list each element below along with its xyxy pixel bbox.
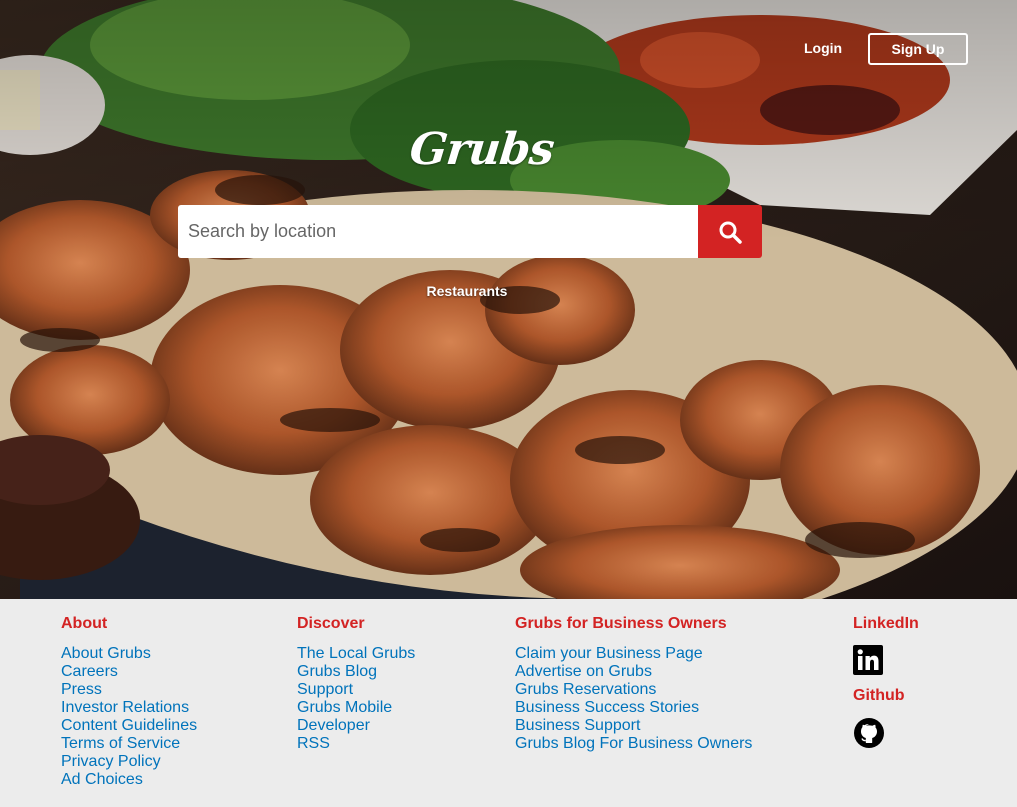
- footer-link-careers[interactable]: Careers: [61, 663, 197, 681]
- footer-link-about-grubs[interactable]: About Grubs: [61, 645, 197, 663]
- footer-heading-discover: Discover: [297, 615, 365, 632]
- github-icon[interactable]: [853, 717, 885, 749]
- footer-link-local-grubs[interactable]: The Local Grubs: [297, 645, 415, 663]
- footer-heading-linkedin: LinkedIn: [853, 615, 919, 632]
- footer-link-ad-choices[interactable]: Ad Choices: [61, 771, 197, 789]
- search-input[interactable]: [178, 205, 698, 258]
- search-icon: [719, 221, 742, 244]
- footer-link-advertise[interactable]: Advertise on Grubs: [515, 663, 752, 681]
- footer-link-grubs-blog[interactable]: Grubs Blog: [297, 663, 415, 681]
- signup-button[interactable]: Sign Up: [868, 33, 968, 65]
- footer-link-terms-of-service[interactable]: Terms of Service: [61, 735, 197, 753]
- footer-link-rss[interactable]: RSS: [297, 735, 415, 753]
- footer-social-column: LinkedIn Github: [853, 615, 919, 761]
- footer-link-support[interactable]: Support: [297, 681, 415, 699]
- footer-link-reservations[interactable]: Grubs Reservations: [515, 681, 752, 699]
- footer-heading-about: About: [61, 615, 108, 632]
- footer-discover-column: Discover The Local Grubs Grubs Blog Supp…: [297, 615, 415, 753]
- footer-link-business-blog[interactable]: Grubs Blog For Business Owners: [515, 735, 752, 753]
- footer-link-developer[interactable]: Developer: [297, 717, 415, 735]
- footer-link-press[interactable]: Press: [61, 681, 197, 699]
- footer-about-column: About About Grubs Careers Press Investor…: [61, 615, 197, 789]
- search-bar: [178, 205, 762, 258]
- footer-heading-github: Github: [853, 687, 905, 704]
- login-link[interactable]: Login: [804, 40, 842, 56]
- footer-link-investor-relations[interactable]: Investor Relations: [61, 699, 197, 717]
- grubs-logo[interactable]: Grubs: [407, 124, 556, 175]
- footer-business-column: Grubs for Business Owners Claim your Bus…: [515, 615, 752, 753]
- restaurants-link[interactable]: Restaurants: [400, 283, 534, 299]
- search-button[interactable]: [698, 205, 762, 258]
- hero-banner: Login Sign Up Grubs Restaurants: [0, 0, 1017, 599]
- hero-overlay: [0, 0, 1017, 599]
- footer-heading-business: Grubs for Business Owners: [515, 615, 727, 632]
- footer-link-success-stories[interactable]: Business Success Stories: [515, 699, 752, 717]
- footer-link-claim-business[interactable]: Claim your Business Page: [515, 645, 752, 663]
- linkedin-icon[interactable]: [853, 645, 883, 675]
- site-footer: About About Grubs Careers Press Investor…: [0, 599, 1017, 807]
- footer-link-content-guidelines[interactable]: Content Guidelines: [61, 717, 197, 735]
- footer-link-grubs-mobile[interactable]: Grubs Mobile: [297, 699, 415, 717]
- footer-link-privacy-policy[interactable]: Privacy Policy: [61, 753, 197, 771]
- footer-link-business-support[interactable]: Business Support: [515, 717, 752, 735]
